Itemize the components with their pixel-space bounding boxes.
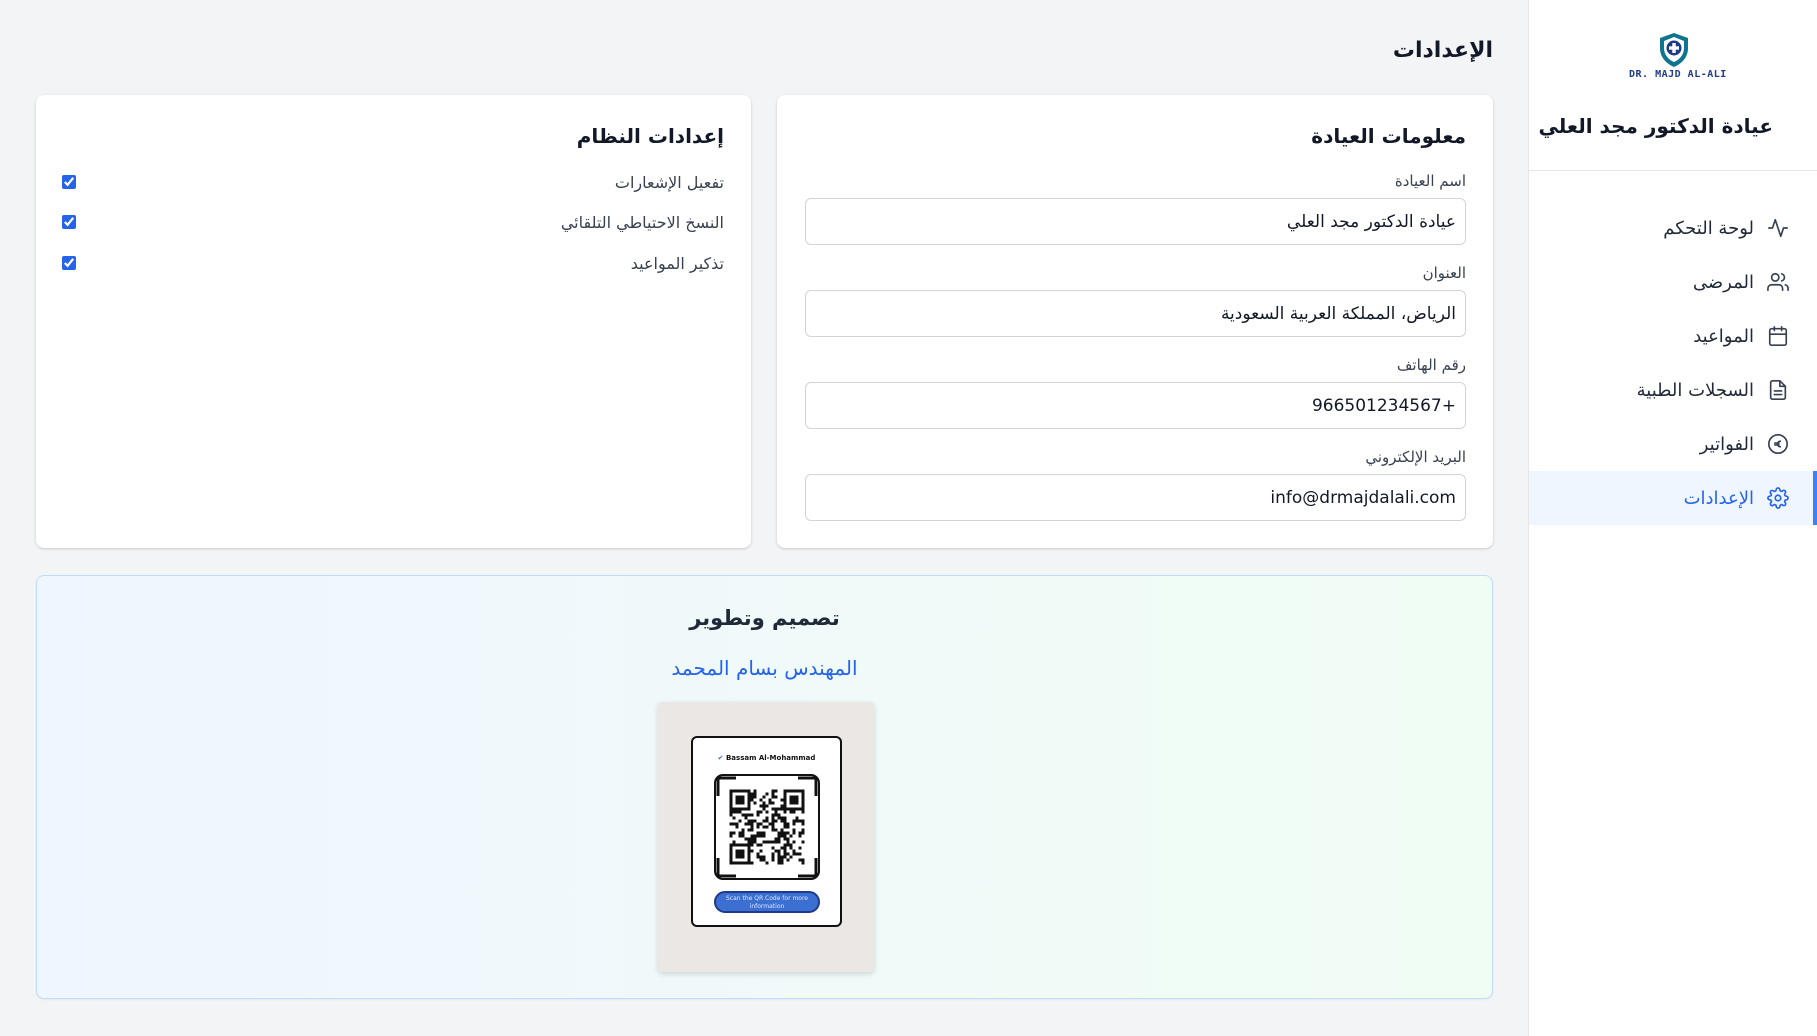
- phone-label: رقم الهاتف: [1396, 356, 1466, 374]
- sidebar-item-dashboard[interactable]: لوحة التحكم: [1529, 201, 1817, 255]
- email-field[interactable]: [805, 474, 1466, 521]
- address-field[interactable]: [805, 290, 1466, 337]
- calendar-icon: [1766, 324, 1790, 348]
- system-settings-card: إعدادات النظام تفعيل الإشعارات النسخ الا…: [36, 95, 751, 548]
- clinic-name-label: اسم العيادة: [1394, 172, 1466, 190]
- notifications-option: تفعيل الإشعارات: [62, 170, 724, 194]
- sidebar-item-settings[interactable]: الإعدادات: [1529, 471, 1817, 525]
- users-icon: [1766, 270, 1790, 294]
- qr-name: ✔ Bassam Al-Mohammad: [693, 754, 840, 762]
- sidebar: DR. MAJD AL-ALI عيادة الدكتور مجد العلي …: [1528, 0, 1817, 1036]
- logo-text: DR. MAJD AL-ALI: [1629, 69, 1727, 80]
- clinic-name: عيادة الدكتور مجد العلي: [1538, 114, 1773, 138]
- file-text-icon: [1766, 378, 1790, 402]
- clinic-info-title: معلومات العيادة: [1311, 124, 1466, 148]
- clinic-logo: DR. MAJD AL-ALI: [1629, 32, 1727, 88]
- gear-icon: [1766, 486, 1790, 510]
- sidebar-item-patients[interactable]: المرضى: [1529, 255, 1817, 309]
- sidebar-item-medical-records[interactable]: السجلات الطبية: [1529, 363, 1817, 417]
- appointment-reminders-label: تذكير المواعيد: [630, 253, 724, 273]
- sidebar-item-invoices[interactable]: الفواتير: [1529, 417, 1817, 471]
- system-settings-title: إعدادات النظام: [576, 124, 724, 148]
- sidebar-item-appointments[interactable]: المواعيد: [1529, 309, 1817, 363]
- clinic-name-field[interactable]: [805, 198, 1466, 245]
- appointment-reminders-checkbox[interactable]: [62, 256, 76, 270]
- notifications-label: تفعيل الإشعارات: [614, 172, 724, 192]
- developer-link[interactable]: المهندس بسام المحمد: [37, 656, 1492, 680]
- coin-icon: [1766, 432, 1790, 456]
- clinic-info-card: معلومات العيادة اسم العيادة العنوان رقم …: [777, 95, 1493, 548]
- notifications-checkbox[interactable]: [62, 175, 76, 189]
- sidebar-item-label: الإعدادات: [1683, 487, 1754, 509]
- qr-card: ✔ Bassam Al-Mohammad Scan the QR Code fo…: [658, 702, 874, 972]
- shield-cross-icon: [1660, 33, 1688, 67]
- sidebar-nav: لوحة التحكم المرضى المواعيد السجلات الطب…: [1529, 171, 1817, 525]
- auto-backup-label: النسخ الاحتياطي التلقائي: [560, 212, 724, 232]
- sidebar-item-label: لوحة التحكم: [1663, 217, 1754, 239]
- credits-card: تصميم وتطوير المهندس بسام المحمد ✔ Bassa…: [36, 575, 1493, 999]
- address-label: العنوان: [1422, 264, 1466, 282]
- email-label: البريد الإلكتروني: [1365, 448, 1466, 466]
- qr-name-text: Bassam Al-Mohammad: [725, 754, 816, 762]
- sidebar-item-label: السجلات الطبية: [1636, 379, 1754, 401]
- small-logo-icon: ✔: [717, 754, 726, 762]
- auto-backup-checkbox[interactable]: [62, 215, 76, 229]
- sidebar-item-label: المواعيد: [1693, 325, 1754, 347]
- sidebar-item-label: المرضى: [1692, 271, 1754, 293]
- qr-caption: Scan the QR Code for more information: [714, 891, 820, 913]
- activity-icon: [1766, 216, 1790, 240]
- auto-backup-option: النسخ الاحتياطي التلقائي: [62, 210, 724, 234]
- credits-title: تصميم وتطوير: [689, 606, 840, 630]
- page-title: الإعدادات: [1392, 38, 1493, 63]
- qr-frame: ✔ Bassam Al-Mohammad Scan the QR Code fo…: [691, 736, 842, 927]
- sidebar-item-label: الفواتير: [1699, 433, 1754, 455]
- brand-header: DR. MAJD AL-ALI عيادة الدكتور مجد العلي: [1529, 0, 1817, 171]
- appointment-reminders-option: تذكير المواعيد: [62, 251, 724, 275]
- qr-code: [714, 774, 820, 880]
- phone-field[interactable]: [805, 382, 1466, 429]
